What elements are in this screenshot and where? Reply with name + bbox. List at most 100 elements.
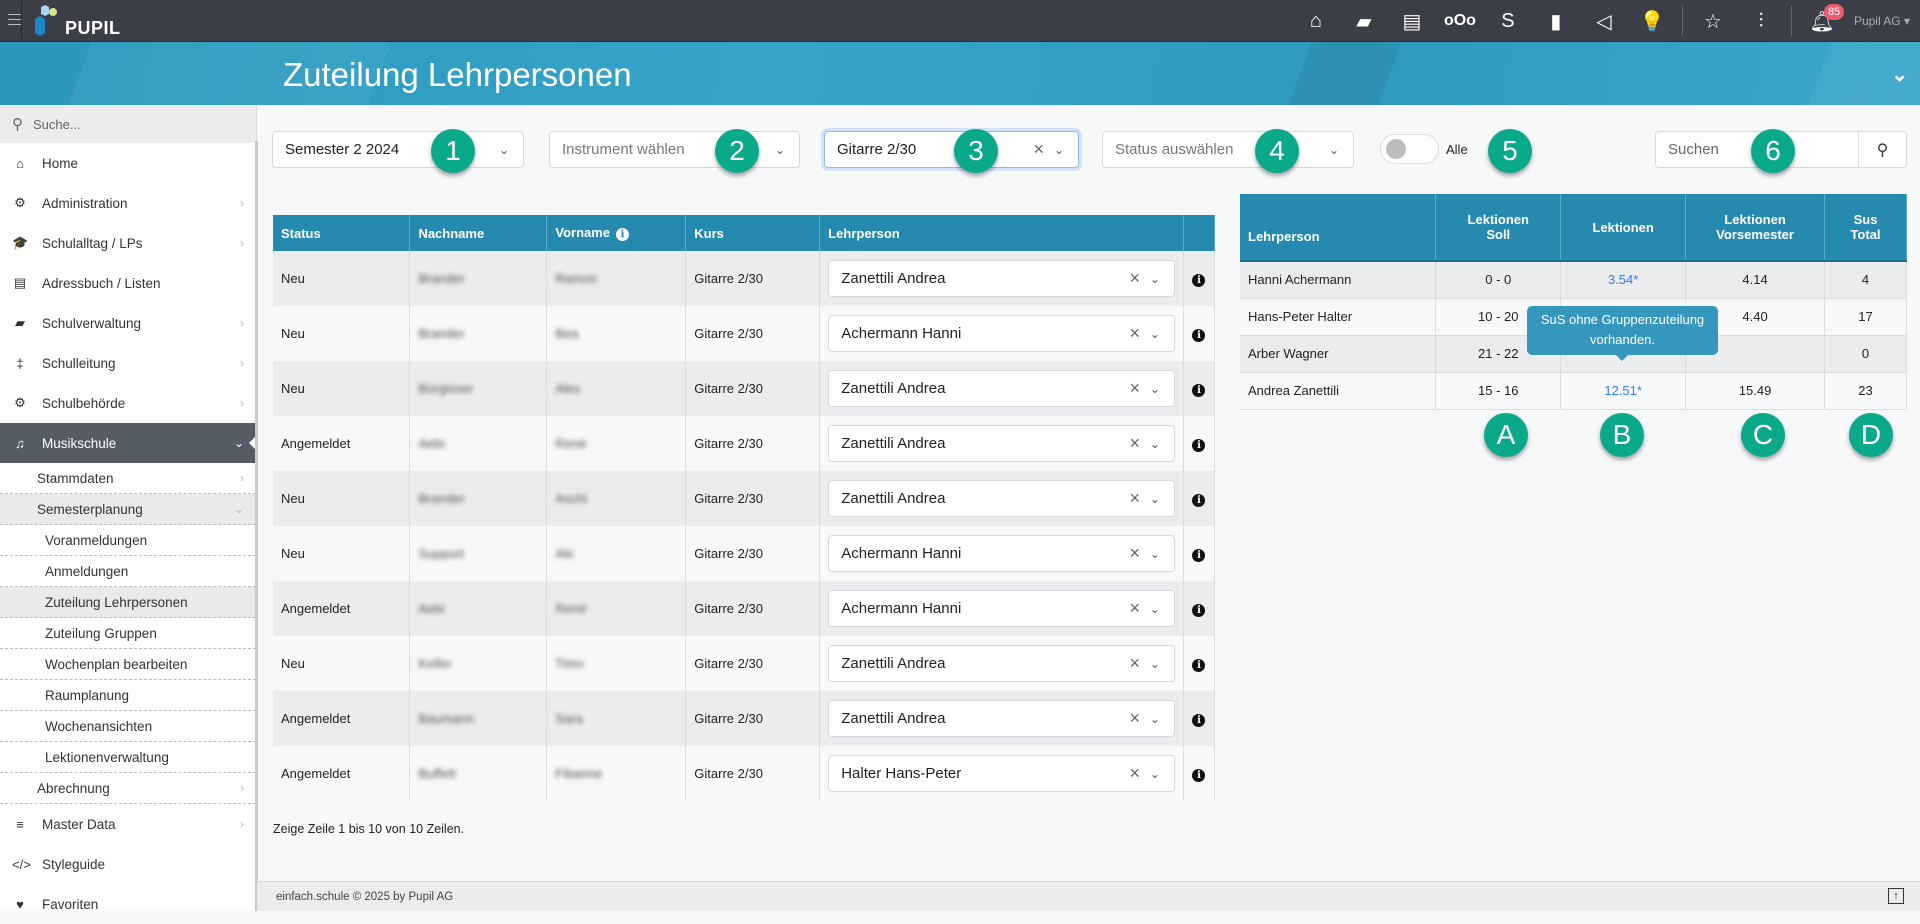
- sidebar-item-styleguide[interactable]: </> Styleguide: [0, 844, 256, 884]
- clear-icon[interactable]: ×: [1129, 268, 1140, 289]
- column-header[interactable]: Kurs: [685, 215, 821, 251]
- book-icon[interactable]: ▮: [1536, 6, 1576, 36]
- info-icon[interactable]: i: [1192, 273, 1206, 287]
- lehrperson-select[interactable]: Zanettili Andrea × ⌄: [828, 700, 1175, 737]
- chevron-down-icon[interactable]: ⌄: [1891, 62, 1908, 87]
- sidebar-subitem[interactable]: Stammdaten ›: [0, 463, 256, 494]
- clear-icon[interactable]: ×: [1129, 433, 1140, 454]
- sidebar-item-adressbuch-listen[interactable]: ▤ Adressbuch / Listen: [0, 263, 256, 303]
- sharepoint-icon[interactable]: S: [1488, 6, 1528, 36]
- sidebar-item-schulleitung[interactable]: ‡ Schulleitung ›: [0, 343, 256, 383]
- sidebar-subitem[interactable]: Voranmeldungen: [0, 525, 256, 556]
- column-header[interactable]: Lektionen Vorsemester: [1685, 194, 1826, 262]
- column-header[interactable]: Lektionen Soll: [1435, 194, 1562, 262]
- sidebar-subitem[interactable]: Zuteilung Gruppen: [0, 618, 256, 649]
- info-icon[interactable]: i: [1192, 713, 1206, 727]
- info-icon[interactable]: i: [1192, 658, 1206, 672]
- info-icon[interactable]: i: [1192, 328, 1206, 342]
- sidebar-subitem[interactable]: Lektionenverwaltung: [0, 742, 256, 773]
- bell-icon[interactable]: 🔔︎ 85: [1802, 4, 1845, 36]
- sidebar-item-master-data[interactable]: ≡ Master Data ›: [0, 804, 256, 844]
- lehrperson-select[interactable]: Zanettili Andrea × ⌄: [828, 370, 1175, 407]
- clear-icon[interactable]: ×: [1129, 378, 1140, 399]
- lehrperson-select[interactable]: Halter Hans-Peter × ⌄: [828, 755, 1175, 792]
- info-icon[interactable]: i: [1192, 548, 1206, 562]
- info-icon[interactable]: i: [1192, 438, 1206, 452]
- menu-toggle-icon[interactable]: [8, 14, 22, 29]
- clear-icon[interactable]: ×: [1129, 543, 1140, 564]
- folder-open-icon[interactable]: ▰: [1344, 6, 1384, 36]
- sidebar-subitem[interactable]: Raumplanung: [0, 680, 256, 711]
- info-icon[interactable]: i: [1192, 603, 1206, 617]
- sidebar-item-musikschule[interactable]: ♫ Musikschule ⌄: [0, 423, 257, 463]
- sidebar-item-schulbeh-rde[interactable]: ⚙ Schulbehörde ›: [0, 383, 256, 423]
- scroll-top-icon[interactable]: ↑: [1888, 888, 1904, 904]
- column-header[interactable]: Nachname: [409, 215, 548, 251]
- address-card-icon[interactable]: ▤: [1392, 6, 1432, 36]
- search-button[interactable]: ⚲: [1858, 132, 1906, 167]
- info-icon[interactable]: i: [1192, 768, 1206, 782]
- sidebar-subitem-abrechnung[interactable]: Abrechnung ›: [0, 773, 256, 804]
- sidebar-item-favoriten[interactable]: ♥ Favoriten: [0, 884, 256, 924]
- sidebar-scrollbar[interactable]: [255, 141, 258, 911]
- column-header[interactable]: Sus Total: [1824, 194, 1907, 262]
- clear-icon[interactable]: ×: [1129, 708, 1140, 729]
- sidebar-item-home[interactable]: ⌂ Home: [0, 143, 256, 183]
- column-header[interactable]: Lehrperson: [819, 215, 1184, 251]
- lehrperson-select[interactable]: Achermann Hanni × ⌄: [828, 535, 1175, 572]
- column-header[interactable]: Status: [273, 215, 411, 251]
- user-menu[interactable]: Pupil AG ▾: [1854, 14, 1910, 28]
- sidebar-subitem[interactable]: Wochenansichten: [0, 711, 256, 742]
- megaphone-icon[interactable]: ◁: [1584, 6, 1624, 36]
- lehrperson-select[interactable]: Zanettili Andrea × ⌄: [828, 425, 1175, 462]
- callout-badge: 2: [715, 129, 759, 173]
- clear-icon[interactable]: ×: [1129, 653, 1140, 674]
- lektionen[interactable]: 12.51*: [1604, 383, 1642, 398]
- footer-text: einfach.schule © 2025 by Pupil AG: [276, 891, 454, 903]
- clear-icon[interactable]: ×: [1129, 323, 1140, 344]
- sliders-icon[interactable]: ⫶: [1741, 6, 1781, 36]
- clear-icon[interactable]: ×: [1033, 139, 1044, 160]
- lehrperson-select[interactable]: Zanettili Andrea × ⌄: [828, 260, 1175, 297]
- lehrperson-select[interactable]: Achermann Hanni × ⌄: [828, 315, 1175, 352]
- column-header-label: Vorname: [555, 225, 611, 240]
- clear-icon[interactable]: ×: [1129, 598, 1140, 619]
- sidebar-subitem[interactable]: Wochenplan bearbeiten: [0, 649, 256, 680]
- sidebar-item-administration[interactable]: ⚙ Administration ›: [0, 183, 256, 223]
- alle-toggle[interactable]: [1380, 134, 1439, 164]
- semester-select[interactable]: Semester 2 2024 ⌄: [272, 131, 524, 168]
- nachname-cell: Baumann: [409, 691, 548, 746]
- info-icon[interactable]: i: [1192, 383, 1206, 397]
- home-icon[interactable]: ⌂: [1296, 6, 1336, 36]
- clear-icon[interactable]: ×: [1129, 763, 1140, 784]
- lektionen[interactable]: 3.54*: [1608, 272, 1638, 287]
- sidebar-item-schulverwaltung[interactable]: ▰ Schulverwaltung ›: [0, 303, 256, 343]
- logo[interactable]: PUPIL: [27, 3, 137, 39]
- lehrperson-select[interactable]: Zanettili Andrea × ⌄: [828, 645, 1175, 682]
- chevron-down-icon: ⌄: [1149, 326, 1160, 341]
- clear-icon[interactable]: ×: [1129, 488, 1140, 509]
- status-select[interactable]: Status auswählen ⌄: [1102, 131, 1354, 168]
- kurs-cell: Gitarre 2/30: [685, 251, 821, 306]
- status-placeholder: Status auswählen: [1115, 141, 1234, 158]
- sidebar-item-schulalltag-lps[interactable]: 🎓 Schulalltag / LPs ›: [0, 223, 256, 263]
- semester-value: Semester 2 2024: [285, 141, 400, 158]
- info-icon[interactable]: i: [616, 228, 630, 241]
- info-icon[interactable]: i: [1192, 493, 1206, 507]
- instrument-select[interactable]: Instrument wählen ⌄: [549, 131, 800, 168]
- column-header[interactable]: Vorname i: [546, 215, 687, 251]
- sidebar-subitem[interactable]: Anmeldungen: [0, 556, 256, 587]
- column-header[interactable]: Lektionen: [1560, 194, 1687, 262]
- lehrperson-select[interactable]: Achermann Hanni × ⌄: [828, 590, 1175, 627]
- sidebar-item-label: Adressbuch / Listen: [42, 275, 161, 291]
- lightbulb-icon[interactable]: 💡: [1632, 6, 1672, 36]
- sidebar-subitem[interactable]: Semesterplanung ⌄: [0, 494, 256, 525]
- nextcloud-icon[interactable]: oOo: [1440, 6, 1480, 36]
- sidebar-search[interactable]: ⚲ Suche...: [0, 105, 256, 143]
- sidebar-subitem[interactable]: Zuteilung Lehrpersonen: [0, 587, 256, 618]
- kurs-select[interactable]: Gitarre 2/30 × ⌄: [824, 131, 1079, 168]
- star-icon[interactable]: ☆: [1693, 6, 1733, 36]
- lehrperson-select[interactable]: Zanettili Andrea × ⌄: [828, 480, 1175, 517]
- column-header[interactable]: Lehrperson: [1240, 194, 1437, 262]
- column-header[interactable]: [1183, 215, 1216, 251]
